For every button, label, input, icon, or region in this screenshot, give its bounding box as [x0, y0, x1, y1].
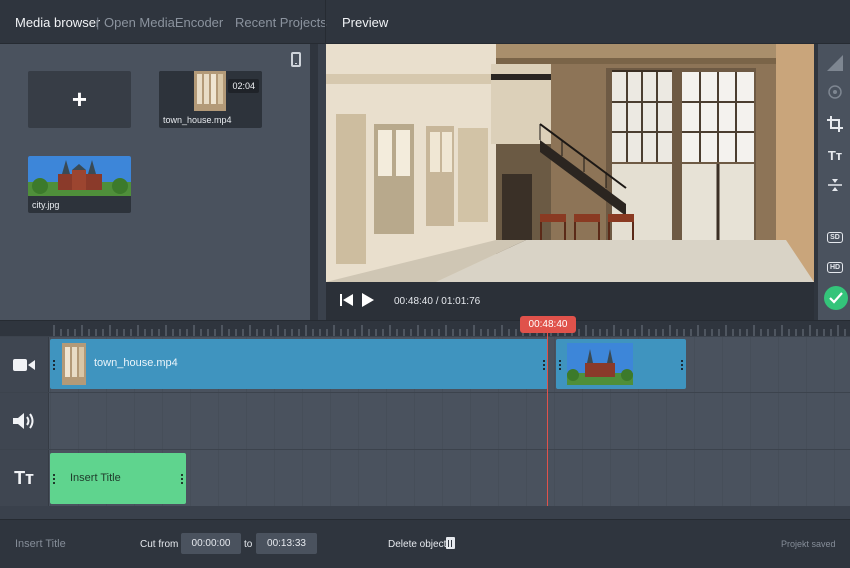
- crop-tool-icon[interactable]: [824, 113, 846, 135]
- delete-object-button[interactable]: Delete object: [388, 539, 446, 550]
- clip-left-handle[interactable]: [53, 474, 55, 484]
- audio-track: [0, 392, 850, 449]
- sd-label: SD: [827, 231, 843, 243]
- video-track-header: [0, 337, 49, 392]
- sd-quality-icon[interactable]: SD: [824, 226, 846, 248]
- media-item-town-house[interactable]: 02:04 town_house.mp4: [159, 71, 262, 128]
- clip-thumbnail-city: [567, 343, 633, 385]
- cut-from-field[interactable]: 00:00:00: [181, 533, 241, 554]
- clip-city[interactable]: [556, 339, 686, 389]
- title-input[interactable]: Insert Title: [15, 538, 66, 550]
- mobile-device-icon[interactable]: [291, 52, 301, 67]
- tool-strip: Tт SD HD: [814, 44, 850, 320]
- hd-quality-icon[interactable]: HD: [824, 256, 846, 278]
- clip-town-house[interactable]: town_house.mp4: [50, 339, 548, 389]
- media-item-city[interactable]: city.jpg: [28, 156, 131, 213]
- title-track: Tт Insert Title: [0, 449, 850, 506]
- play-icon[interactable]: [362, 293, 374, 307]
- media-browser-panel: + 02:04 town_house.mp4 city.jpg: [0, 44, 318, 320]
- topbar-divider: [325, 0, 326, 44]
- clip-insert-title[interactable]: Insert Title: [50, 453, 186, 504]
- preview-image: [326, 44, 814, 282]
- clip-left-handle[interactable]: [559, 360, 561, 370]
- playhead-timecode[interactable]: 00:48:40: [520, 316, 576, 333]
- tab-media-browser[interactable]: Media browser: [15, 15, 100, 30]
- player-controls: 00:48:40 / 01:01:76: [326, 282, 814, 320]
- audio-track-header: [0, 393, 49, 449]
- tab-open-media-encoder[interactable]: Open MediaEncoder: [104, 15, 223, 30]
- title-clip-label: Insert Title: [70, 472, 121, 484]
- cut-to-field[interactable]: 00:13:33: [256, 533, 317, 554]
- clip-right-handle[interactable]: [681, 360, 683, 370]
- cut-from-label: Cut from: [140, 539, 179, 550]
- confirm-check-icon[interactable]: [824, 286, 848, 310]
- timeline-ruler[interactable]: [0, 320, 850, 336]
- target-tool-icon[interactable]: [824, 81, 846, 103]
- clip-thumbnail-town-house: [62, 343, 86, 385]
- top-bar: Media browser | Open MediaEncoder Recent…: [0, 0, 850, 44]
- clip-left-handle[interactable]: [53, 360, 55, 370]
- media-item-name: town_house.mp4: [163, 115, 232, 125]
- preview-video-frame[interactable]: [326, 44, 814, 282]
- video-editor-app: Media browser | Open MediaEncoder Recent…: [0, 0, 850, 568]
- tab-preview[interactable]: Preview: [342, 15, 388, 30]
- speaker-icon: [13, 413, 34, 429]
- split-tool-icon[interactable]: [824, 174, 846, 196]
- clip-right-handle[interactable]: [543, 360, 545, 370]
- cut-to-label: to: [244, 539, 253, 550]
- add-media-button[interactable]: +: [28, 71, 131, 128]
- trash-icon[interactable]: [446, 537, 455, 549]
- player-timecode: 00:48:40 / 01:01:76: [394, 296, 481, 307]
- tab-recent-projects[interactable]: Recent Projects: [235, 15, 327, 30]
- text-track-icon: Tт: [14, 467, 34, 488]
- clip-label: town_house.mp4: [94, 357, 178, 369]
- tab-separator: |: [96, 15, 100, 30]
- playhead-line[interactable]: [547, 333, 548, 506]
- video-camera-icon: [13, 358, 35, 371]
- save-status: Projekt saved: [781, 539, 836, 549]
- ruler-ticks: [53, 325, 846, 336]
- skip-to-start-icon[interactable]: [340, 294, 354, 306]
- media-item-name: city.jpg: [32, 200, 60, 210]
- video-track: town_house.mp4: [0, 336, 850, 392]
- track-grid: [50, 393, 850, 449]
- duration-badge: 02:04: [228, 79, 259, 93]
- fade-tool-icon[interactable]: [824, 52, 846, 74]
- text-tool-icon[interactable]: Tт: [824, 144, 846, 166]
- clip-right-handle[interactable]: [181, 474, 183, 484]
- city-thumbnail: [28, 156, 131, 196]
- title-track-header: Tт: [0, 450, 49, 506]
- bottom-bar: Insert Title Cut from 00:00:00 to 00:13:…: [0, 519, 850, 568]
- hd-label: HD: [826, 261, 844, 273]
